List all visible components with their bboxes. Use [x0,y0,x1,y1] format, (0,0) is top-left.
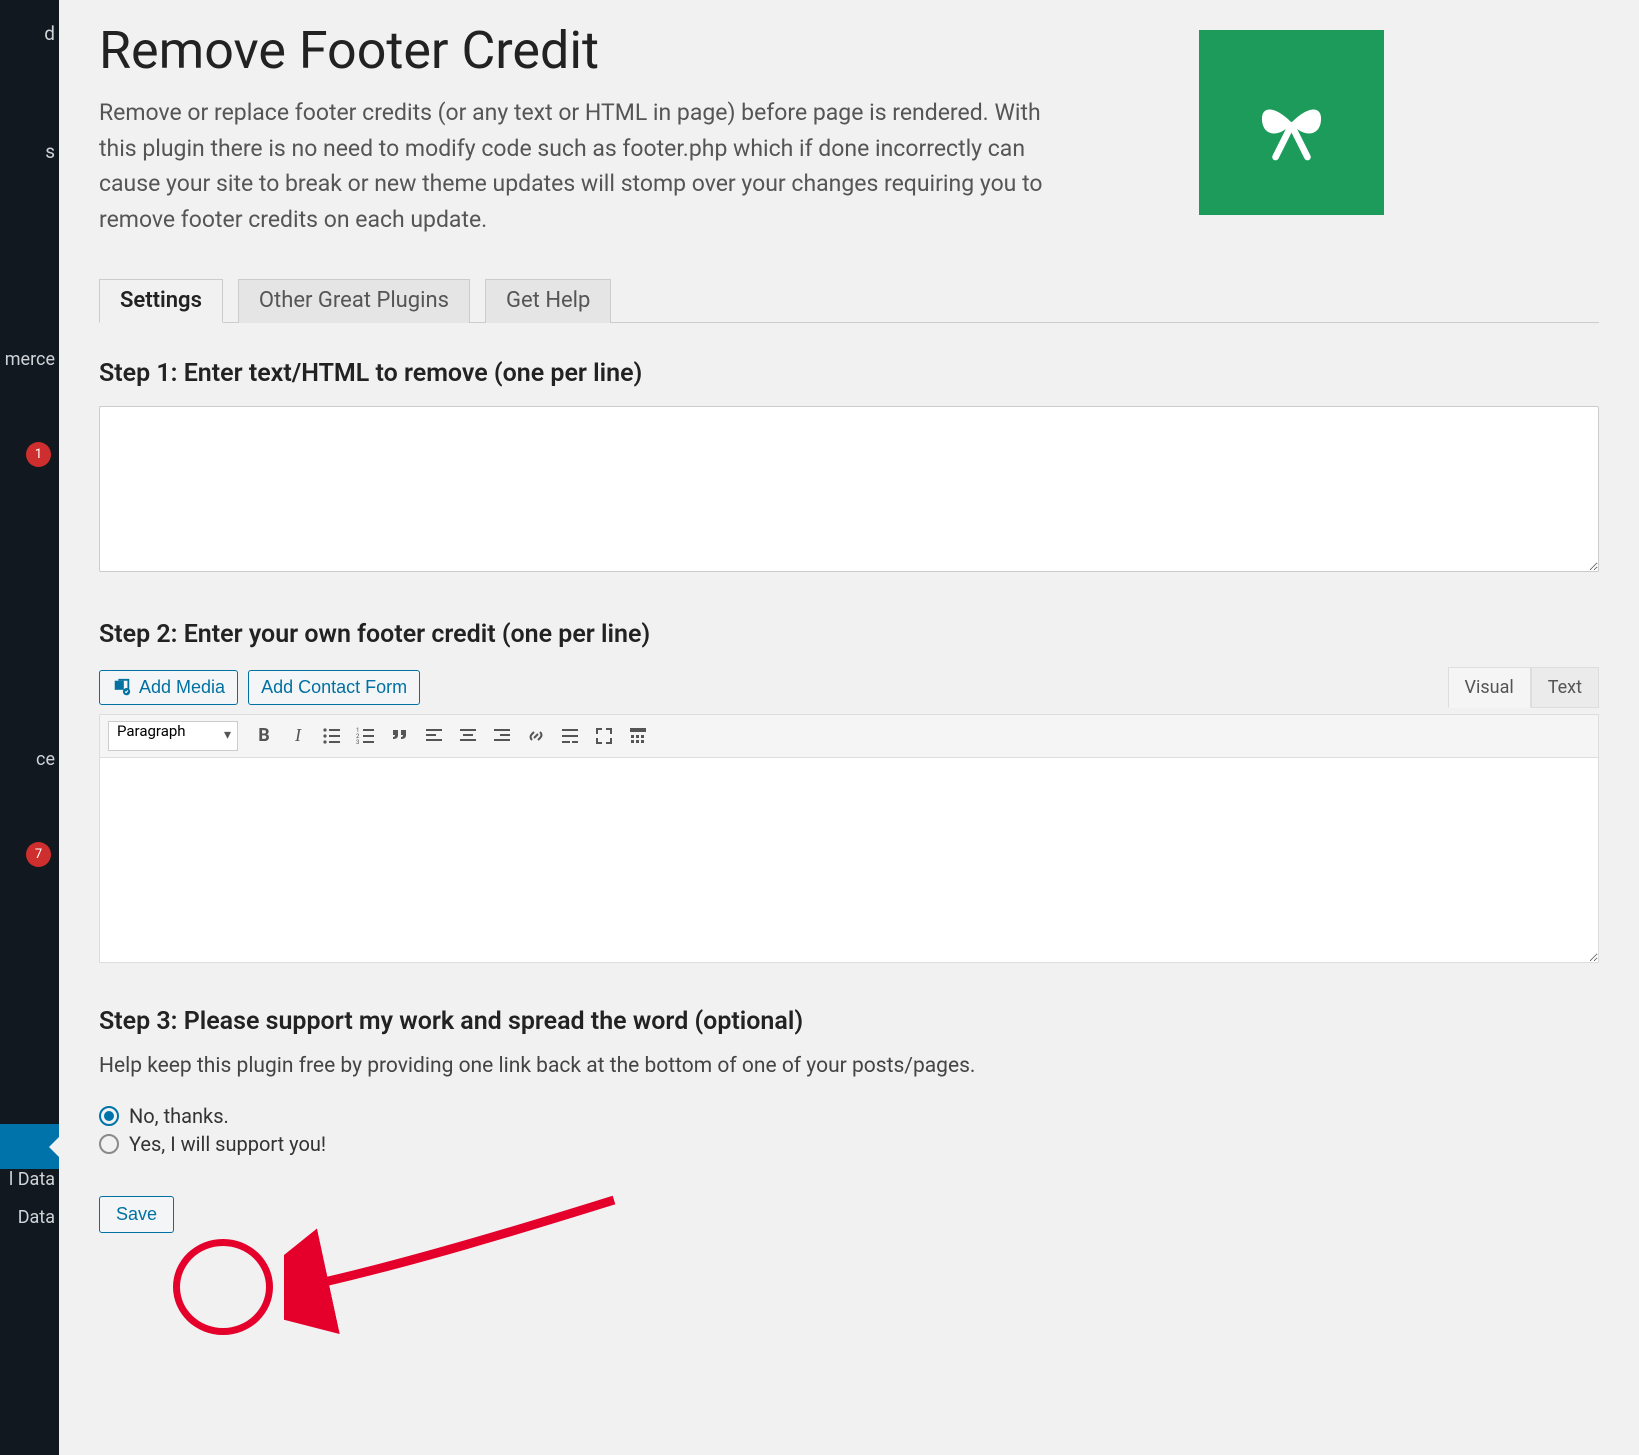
support-no-radio[interactable] [99,1106,119,1126]
support-yes-label: Yes, I will support you! [129,1132,326,1156]
tab-get-help[interactable]: Get Help [485,279,611,323]
step2-heading: Step 2: Enter your own footer credit (on… [99,620,1599,649]
sidebar-item[interactable]: merce [0,336,59,384]
tab-other-plugins[interactable]: Other Great Plugins [238,279,470,323]
align-left-icon[interactable] [418,720,450,752]
annotation-circle [173,1239,273,1335]
sidebar-active-indicator [0,1124,59,1169]
tab-settings[interactable]: Settings [99,279,223,323]
editor-toolbar: Paragraph B I 123 [99,714,1599,758]
plugin-logo [1199,30,1384,215]
toolbar-toggle-icon[interactable] [622,720,654,752]
link-icon[interactable] [520,720,552,752]
sidebar-item[interactable]: 7 [0,828,59,876]
italic-icon[interactable]: I [282,720,314,752]
save-button[interactable]: Save [99,1196,174,1233]
page-content: Remove Footer Credit Remove or replace f… [59,0,1639,1455]
svg-text:3: 3 [356,739,359,746]
step1-heading: Step 1: Enter text/HTML to remove (one p… [99,359,1599,388]
settings-tabs: Settings Other Great Plugins Get Help [99,278,1599,323]
step3-description: Help keep this plugin free by providing … [99,1054,1599,1078]
page-title: Remove Footer Credit [99,20,1159,81]
sidebar-item[interactable]: Data [0,1199,59,1237]
notification-badge: 7 [26,842,51,867]
editor-tab-text[interactable]: Text [1531,667,1599,708]
step3-heading: Step 3: Please support my work and sprea… [99,1007,1599,1036]
page-intro: Remove or replace footer credits (or any… [99,95,1059,238]
editor-tab-visual[interactable]: Visual [1448,667,1531,708]
fullscreen-icon[interactable] [588,720,620,752]
align-right-icon[interactable] [486,720,518,752]
paragraph-select[interactable]: Paragraph [108,721,238,751]
add-media-label: Add Media [139,677,225,698]
notification-badge: 1 [26,442,51,467]
annotation-arrow [284,1195,634,1335]
bullet-list-icon[interactable] [316,720,348,752]
media-icon [112,678,132,696]
blockquote-icon[interactable] [384,720,416,752]
support-yes-radio[interactable] [99,1134,119,1154]
admin-sidebar: d s merce 1 ce 7 l Data Data [0,0,59,1455]
add-media-button[interactable]: Add Media [99,670,238,705]
support-no-label: No, thanks. [129,1104,229,1128]
sidebar-item[interactable]: s [0,128,59,176]
add-contact-form-label: Add Contact Form [261,677,407,698]
bold-icon[interactable]: B [248,720,280,752]
footer-credit-editor[interactable] [99,758,1599,963]
sidebar-item[interactable]: d [0,10,59,58]
sidebar-item[interactable]: 1 [0,428,59,476]
align-center-icon[interactable] [452,720,484,752]
bow-icon [1249,80,1334,165]
insert-more-icon[interactable] [554,720,586,752]
number-list-icon[interactable]: 123 [350,720,382,752]
remove-text-input[interactable] [99,406,1599,572]
sidebar-item[interactable]: ce [0,736,59,784]
add-contact-form-button[interactable]: Add Contact Form [248,670,420,705]
